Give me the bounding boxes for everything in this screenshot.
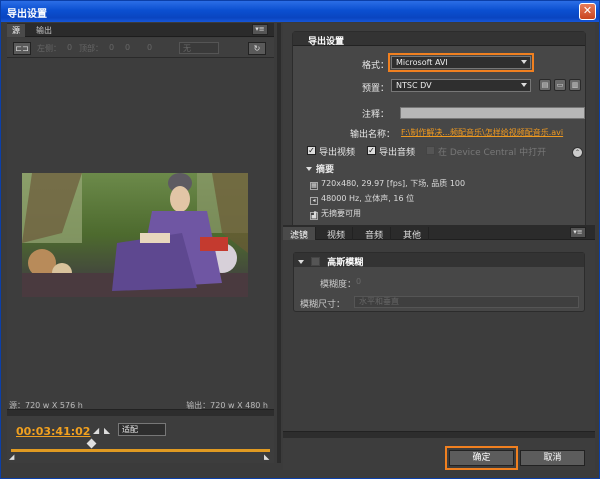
video-preview-image xyxy=(22,173,248,297)
close-button[interactable]: ✕ xyxy=(579,3,596,20)
timecode-display[interactable]: 00:03:41:02 xyxy=(16,425,90,438)
mark-in-icon[interactable]: ◢ xyxy=(93,426,99,435)
crop-right-value[interactable]: 0 xyxy=(125,43,130,52)
output-name-link[interactable]: F:\制作解决...频配音乐\怎样给视频配音乐.avi xyxy=(401,127,585,138)
export-video-checkbox[interactable]: ✓ xyxy=(307,146,316,155)
blur-dimensions-label: 模糊尺寸： xyxy=(300,300,346,310)
device-central-label: 在 Device Central 中打开 xyxy=(438,148,547,158)
import-preset-icon[interactable]: ▭ xyxy=(554,79,566,91)
rotate-icon[interactable]: ↻ xyxy=(248,42,266,55)
summary-header[interactable]: 摘要 xyxy=(306,162,334,175)
crop-toolbar: ⊏⊐ 左侧： 0 顶部： 0 0 0 无 ↻ xyxy=(7,38,274,58)
summary-none-line: ▟ 无摘要可用 xyxy=(310,209,361,220)
chevron-down-icon xyxy=(521,83,527,87)
settings-panel: 导出设置 格式： Microsoft AVI 预置： NTSC DV ▤ ▭ ▥… xyxy=(283,23,595,470)
delete-preset-icon[interactable]: ▥ xyxy=(569,79,581,91)
crop-bottom-value[interactable]: 0 xyxy=(147,43,152,52)
export-settings-section: 导出设置 格式： Microsoft AVI 预置： NTSC DV ▤ ▭ ▥… xyxy=(292,31,586,235)
disclosure-triangle-icon xyxy=(306,167,312,171)
source-output-panel: 源 输出 ▾≡ ⊏⊐ 左侧： 0 顶部： 0 0 0 无 ↻ 源：720 w X… xyxy=(7,23,274,463)
tab-source[interactable]: 源 xyxy=(7,24,25,37)
right-horizontal-scrollbar[interactable] xyxy=(283,431,595,438)
blurriness-value[interactable]: 0 xyxy=(356,277,361,286)
window-title: 导出设置 xyxy=(7,9,47,20)
zoom-select[interactable]: 适配 xyxy=(118,423,166,436)
save-preset-icon[interactable]: ▤ xyxy=(539,79,551,91)
summary-audio-line: ◂ 48000 Hz, 立体声, 16 位 xyxy=(310,193,414,205)
export-settings-header: 导出设置 xyxy=(293,32,585,47)
gaussian-blur-section: 高斯模糊 模糊度： 0 模糊尺寸： 水平和垂直 xyxy=(293,252,585,312)
device-central-checkbox[interactable] xyxy=(426,146,435,155)
expand-icon[interactable]: ⌃ xyxy=(572,147,583,158)
left-tab-bar: 源 输出 ▾≡ xyxy=(7,23,274,37)
tab-filters[interactable]: 滤镜 xyxy=(283,227,317,241)
chevron-down-icon xyxy=(521,60,527,64)
panel-splitter[interactable] xyxy=(277,23,281,463)
out-point-icon[interactable]: ◣ xyxy=(264,453,269,461)
crop-top-value[interactable]: 0 xyxy=(109,43,114,52)
export-video-label: 导出视频 xyxy=(319,148,356,158)
settings-tab-bar: 滤镜 视频 音频 其他 ▾≡ xyxy=(283,225,595,241)
close-icon: ✕ xyxy=(582,4,593,17)
disclosure-triangle-icon[interactable] xyxy=(298,260,304,264)
title-bar: 导出设置 ✕ xyxy=(1,1,599,22)
cancel-button[interactable]: 取消 xyxy=(520,450,585,466)
comment-input[interactable] xyxy=(400,107,585,119)
output-name-label: 输出名称： xyxy=(349,130,395,140)
preset-select[interactable]: NTSC DV xyxy=(391,79,531,92)
ok-button[interactable]: 确定 xyxy=(445,446,518,470)
export-audio-checkbox[interactable]: ✓ xyxy=(367,146,376,155)
mark-out-icon[interactable]: ◣ xyxy=(104,426,110,435)
blur-dimensions-select[interactable]: 水平和垂直 xyxy=(354,296,579,308)
crop-left-label: 左侧： xyxy=(37,44,61,53)
tab-other[interactable]: 其他 xyxy=(396,227,430,241)
gaussian-blur-header: 高斯模糊 xyxy=(294,253,584,268)
film-icon: ▦ xyxy=(310,182,318,190)
export-audio-label: 导出音频 xyxy=(379,148,416,158)
comment-label: 注释： xyxy=(361,110,389,120)
tab-audio[interactable]: 音频 xyxy=(358,227,392,241)
tab-video[interactable]: 视频 xyxy=(320,227,354,241)
panel-menu-icon[interactable]: ▾≡ xyxy=(252,24,268,35)
audio-icon: ◂ xyxy=(310,197,318,205)
left-horizontal-scrollbar[interactable] xyxy=(7,409,274,416)
summary-video-line: ▦ 720x480, 29.97 [fps], 下场, 品质 100 xyxy=(310,179,466,190)
crop-aspect-select[interactable]: 无 xyxy=(179,42,219,54)
in-point-icon[interactable]: ◢ xyxy=(9,453,14,461)
format-label: 格式： xyxy=(361,61,389,71)
settings-menu-icon[interactable]: ▾≡ xyxy=(570,227,586,238)
crop-icon[interactable]: ⊏⊐ xyxy=(13,42,31,55)
playhead-handle[interactable] xyxy=(86,438,97,449)
blurriness-label: 模糊度： xyxy=(320,280,357,290)
crop-top-label: 顶部： xyxy=(79,44,103,53)
tab-output[interactable]: 输出 xyxy=(31,24,57,37)
timeline-track[interactable] xyxy=(11,449,270,452)
export-settings-window: 导出设置 ✕ 源 输出 ▾≡ ⊏⊐ 左侧： 0 顶部： 0 0 0 无 ↻ 源：… xyxy=(0,0,600,479)
timeline-area: 00:03:41:02 ◢ ◣ 适配 ◢ ◣ xyxy=(7,419,274,463)
format-select[interactable]: Microsoft AVI xyxy=(388,53,534,72)
gaussian-blur-checkbox[interactable] xyxy=(311,257,321,266)
crop-left-value[interactable]: 0 xyxy=(67,43,72,52)
preset-label: 预置： xyxy=(361,84,389,94)
bars-icon: ▟ xyxy=(310,212,318,220)
